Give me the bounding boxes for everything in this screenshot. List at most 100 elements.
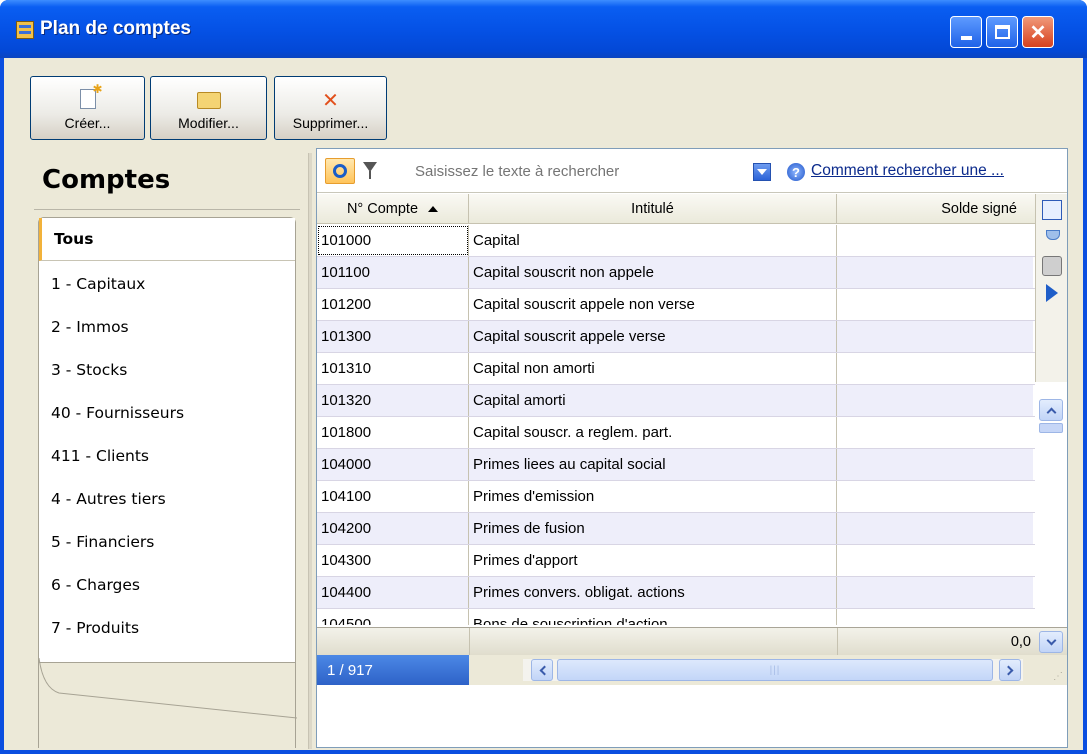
- account-label-cell[interactable]: Primes de fusion: [469, 513, 837, 544]
- signed-balance-cell[interactable]: [837, 353, 1033, 384]
- modify-button[interactable]: Modifier...: [150, 76, 267, 140]
- table-row[interactable]: 104200 Primes de fusion: [317, 513, 1035, 545]
- table-row[interactable]: 101200 Capital souscrit appele non verse: [317, 289, 1035, 321]
- signed-balance-cell[interactable]: [837, 289, 1033, 320]
- window-title: Plan de comptes: [40, 18, 191, 39]
- category-item-autres-tiers[interactable]: 4 - Autres tiers: [39, 477, 295, 520]
- category-item-fournisseurs[interactable]: 40 - Fournisseurs: [39, 391, 295, 434]
- account-label-cell[interactable]: Bons de souscription d'action: [469, 609, 837, 625]
- account-label-cell[interactable]: Capital souscrit non appele: [469, 257, 837, 288]
- account-number-cell[interactable]: 101310: [317, 353, 469, 384]
- account-label-cell[interactable]: Capital souscrit appele non verse: [469, 289, 837, 320]
- panel-splitter[interactable]: [308, 153, 312, 749]
- table-row[interactable]: 101300 Capital souscrit appele verse: [317, 321, 1035, 353]
- search-toggle-button[interactable]: [325, 158, 355, 184]
- signed-balance-cell[interactable]: [837, 513, 1033, 544]
- column-header-signed-balance[interactable]: Solde signé: [837, 194, 1033, 224]
- title-bar[interactable]: Plan de comptes ✕: [0, 0, 1087, 58]
- category-item-tous[interactable]: Tous: [39, 218, 295, 261]
- signed-balance-cell[interactable]: [837, 577, 1033, 608]
- totals-divider: [469, 628, 470, 656]
- account-number-cell[interactable]: 104400: [317, 577, 469, 608]
- grid-side-toolbar: [1035, 194, 1067, 382]
- account-label-cell[interactable]: Capital: [469, 225, 837, 256]
- maximize-icon: [994, 25, 1010, 39]
- help-icon[interactable]: ?: [787, 163, 805, 181]
- signed-balance-cell[interactable]: [837, 321, 1033, 352]
- account-label-cell[interactable]: Primes convers. obligat. actions: [469, 577, 837, 608]
- close-button[interactable]: ✕: [1022, 16, 1054, 48]
- search-dropdown-button[interactable]: [753, 163, 771, 181]
- account-label-cell[interactable]: Capital non amorti: [469, 353, 837, 384]
- create-button[interactable]: Créer...: [30, 76, 145, 140]
- chevron-down-icon: [1046, 635, 1056, 645]
- category-item-capitaux[interactable]: 1 - Capitaux: [39, 262, 295, 305]
- signed-balance-cell[interactable]: [837, 481, 1033, 512]
- account-number-cell[interactable]: 104100: [317, 481, 469, 512]
- table-row[interactable]: 104000 Primes liees au capital social: [317, 449, 1035, 481]
- resize-grip-icon[interactable]: ⋰: [1053, 671, 1065, 683]
- category-list-fold: [38, 658, 297, 748]
- table-row[interactable]: 104500 Bons de souscription d'action: [317, 609, 1035, 625]
- filter-icon[interactable]: [363, 162, 377, 179]
- signed-balance-cell[interactable]: [837, 385, 1033, 416]
- horizontal-scrollbar-thumb[interactable]: |||: [557, 659, 993, 681]
- table-row[interactable]: 101800 Capital souscr. a reglem. part.: [317, 417, 1035, 449]
- table-row[interactable]: 104100 Primes d'emission: [317, 481, 1035, 513]
- account-label-cell[interactable]: Primes d'apport: [469, 545, 837, 576]
- delete-button[interactable]: ✕ Supprimer...: [274, 76, 387, 140]
- table-row[interactable]: 104300 Primes d'apport: [317, 545, 1035, 577]
- account-number-cell[interactable]: 101300: [317, 321, 469, 352]
- account-label-cell[interactable]: Capital souscr. a reglem. part.: [469, 417, 837, 448]
- signed-balance-cell[interactable]: [837, 449, 1033, 480]
- account-number-cell[interactable]: 104000: [317, 449, 469, 480]
- table-row[interactable]: 101310 Capital non amorti: [317, 353, 1035, 385]
- account-number-cell[interactable]: 104200: [317, 513, 469, 544]
- table-row[interactable]: 101320 Capital amorti: [317, 385, 1035, 417]
- category-item-clients[interactable]: 411 - Clients: [39, 434, 295, 477]
- signed-balance-cell[interactable]: [837, 417, 1033, 448]
- delete-x-icon: ✕: [322, 90, 339, 112]
- table-row[interactable]: 101100 Capital souscrit non appele: [317, 257, 1035, 289]
- category-item-produits[interactable]: 7 - Produits: [39, 606, 295, 649]
- edit-grid-icon[interactable]: [1042, 200, 1062, 220]
- signed-balance-cell[interactable]: [837, 545, 1033, 576]
- account-number-cell[interactable]: 104300: [317, 545, 469, 576]
- maximize-button[interactable]: [986, 16, 1018, 48]
- printer-icon[interactable]: [1042, 256, 1062, 276]
- signed-balance-cell[interactable]: [837, 609, 1033, 625]
- category-item-immos[interactable]: 2 - Immos: [39, 305, 295, 348]
- signed-balance-cell[interactable]: [837, 257, 1033, 288]
- scroll-down-button[interactable]: [1039, 631, 1063, 653]
- table-row[interactable]: 101000 Capital: [317, 225, 1035, 257]
- account-label-cell[interactable]: Primes d'emission: [469, 481, 837, 512]
- help-link[interactable]: Comment rechercher une ...: [811, 162, 1004, 180]
- category-item-stocks[interactable]: 3 - Stocks: [39, 348, 295, 391]
- chevron-right-icon: [1003, 665, 1013, 675]
- category-item-charges[interactable]: 6 - Charges: [39, 563, 295, 606]
- play-icon[interactable]: [1046, 284, 1058, 302]
- account-label-cell[interactable]: Capital souscrit appele verse: [469, 321, 837, 352]
- account-number-cell[interactable]: 104500: [317, 609, 469, 625]
- funnel-icon[interactable]: [1042, 228, 1062, 248]
- account-number-cell[interactable]: 101200: [317, 289, 469, 320]
- account-label-cell[interactable]: Primes liees au capital social: [469, 449, 837, 480]
- table-row[interactable]: 104400 Primes convers. obligat. actions: [317, 577, 1035, 609]
- account-number-cell[interactable]: 101800: [317, 417, 469, 448]
- column-header-label-intitule[interactable]: Intitulé: [469, 194, 837, 224]
- scroll-left-button[interactable]: [531, 659, 553, 681]
- category-item-financiers[interactable]: 5 - Financiers: [39, 520, 295, 563]
- account-label-cell[interactable]: Capital amorti: [469, 385, 837, 416]
- column-header-account-number[interactable]: N° Compte: [317, 194, 469, 224]
- delete-button-label: Supprimer...: [292, 115, 369, 131]
- vertical-scrollbar-thumb[interactable]: [1039, 423, 1063, 433]
- search-input[interactable]: [387, 158, 763, 184]
- minimize-button[interactable]: [950, 16, 982, 48]
- scroll-up-button[interactable]: [1039, 399, 1063, 421]
- scroll-right-button[interactable]: [999, 659, 1021, 681]
- account-number-cell[interactable]: 101000: [317, 225, 469, 256]
- account-number-cell[interactable]: 101100: [317, 257, 469, 288]
- signed-balance-cell[interactable]: [837, 225, 1033, 256]
- horizontal-scrollbar[interactable]: |||: [523, 659, 1023, 681]
- account-number-cell[interactable]: 101320: [317, 385, 469, 416]
